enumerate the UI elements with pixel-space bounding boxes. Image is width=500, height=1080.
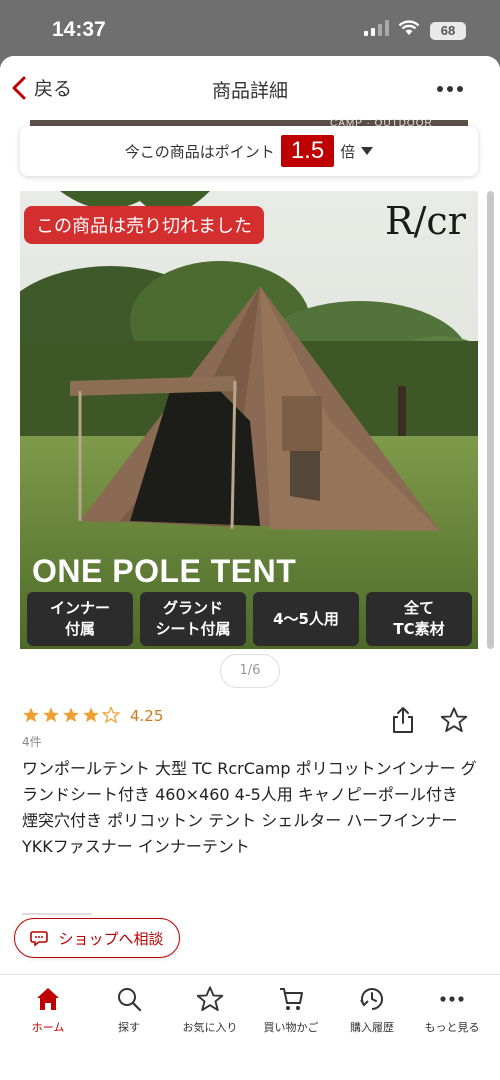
star-empty-icon — [102, 706, 120, 724]
more-icon — [440, 996, 464, 1002]
feature-badge-label: 全て TC素材 — [393, 599, 445, 638]
bottom-tab-bar: ホーム 探す お気に入り 買い物かご 購入履歴 もっと見る — [0, 974, 500, 1080]
history-icon — [360, 988, 383, 1010]
tab-label: 探す — [118, 1021, 140, 1034]
rating-value: 4.25 — [130, 707, 164, 725]
point-prefix: 今この商品はポイント — [124, 142, 275, 161]
star-filled-icon — [83, 707, 99, 723]
more-options-icon[interactable] — [437, 86, 463, 92]
star-icon — [196, 986, 224, 1012]
tab-label: お気に入り — [182, 1021, 238, 1034]
tab-home[interactable]: ホーム — [8, 985, 88, 1035]
tab-label: 買い物かご — [263, 1021, 319, 1034]
brand-logo: R/cr — [385, 199, 466, 243]
tab-more[interactable]: もっと見る — [412, 985, 492, 1035]
wifi-icon — [398, 20, 420, 35]
review-count[interactable]: 4件 — [22, 733, 42, 750]
product-image[interactable]: この商品は売り切れました R/cr ONE POLE TENT インナー 付属 … — [20, 191, 478, 649]
image-pager: 1/6 — [220, 654, 280, 688]
product-name: ワンポールテント 大型 TC RcrCamp ポリコットンインナー グランドシー… — [22, 759, 477, 856]
search-icon — [118, 988, 142, 1012]
favorite-star-icon[interactable] — [440, 706, 468, 734]
next-image-peek[interactable] — [487, 191, 494, 649]
shop-consult-button[interactable]: ショップへ相談 — [14, 918, 180, 958]
star-filled-icon — [63, 707, 79, 723]
tab-search[interactable]: 探す — [89, 985, 169, 1035]
caret-down-icon — [361, 147, 374, 155]
tab-favorites[interactable]: お気に入り — [170, 985, 250, 1035]
nav-header: 戻る 商品詳細 — [0, 56, 500, 120]
feature-badge: 4〜5人用 — [253, 592, 359, 646]
star-filled-icon — [23, 707, 39, 723]
battery-indicator: 68 — [430, 22, 466, 40]
rating-stars — [22, 706, 120, 724]
feature-badge: グランド シート付属 — [140, 592, 246, 646]
feature-badge: 全て TC素材 — [366, 592, 472, 646]
point-suffix: 倍 — [340, 142, 356, 161]
tab-cart[interactable]: 買い物かご — [251, 985, 331, 1035]
tab-label: 購入履歴 — [350, 1021, 394, 1034]
sold-out-badge: この商品は売り切れました — [24, 206, 264, 244]
star-filled-icon — [43, 707, 59, 723]
signal-icon — [364, 20, 389, 36]
home-icon — [37, 988, 59, 1010]
status-time: 14:37 — [52, 18, 106, 41]
tab-label: ホーム — [31, 1021, 65, 1034]
point-value: 1.5 — [280, 135, 335, 167]
share-icon[interactable] — [390, 706, 416, 734]
feature-badge: インナー 付属 — [27, 592, 133, 646]
image-headline: ONE POLE TENT — [32, 553, 297, 589]
tab-label: もっと見る — [424, 1021, 480, 1034]
cart-icon — [280, 988, 303, 1010]
product-detail-sheet: 戻る 商品詳細 CAMP · OUTDOOR 今この商品はポイント 1.5 倍 — [0, 56, 500, 1080]
point-multiplier-box[interactable]: 今この商品はポイント 1.5 倍 — [20, 126, 478, 176]
shop-consult-label: ショップへ相談 — [58, 929, 164, 948]
status-bar: 14:37 68 — [0, 0, 500, 50]
divider — [22, 913, 92, 915]
feature-badge-label: グランド シート付属 — [155, 599, 231, 638]
page-title: 商品詳細 — [211, 80, 288, 102]
tab-history[interactable]: 購入履歴 — [332, 985, 412, 1035]
chat-bubble-icon — [30, 931, 49, 947]
feature-badge-label: インナー 付属 — [49, 599, 110, 638]
feature-badge-label: 4〜5人用 — [273, 609, 339, 628]
